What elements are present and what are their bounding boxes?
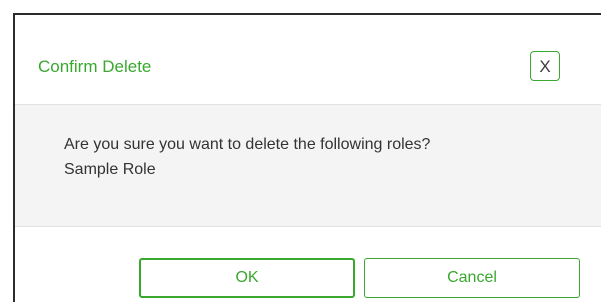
close-icon: X xyxy=(539,56,551,76)
dialog-header: Confirm Delete X xyxy=(15,15,601,105)
dialog-footer: OK Cancel xyxy=(15,227,601,304)
cancel-button[interactable]: Cancel xyxy=(364,258,580,298)
dialog-title: Confirm Delete xyxy=(38,57,152,76)
ok-button[interactable]: OK xyxy=(139,258,355,298)
confirm-delete-dialog: Confirm Delete X Are you sure you want t… xyxy=(13,13,601,304)
dialog-body: Are you sure you want to delete the foll… xyxy=(15,105,601,227)
message-text: Are you sure you want to delete the foll… xyxy=(64,136,431,153)
role-name: Sample Role xyxy=(64,161,156,178)
close-button[interactable]: X xyxy=(530,51,560,81)
dialog-message: Are you sure you want to delete the foll… xyxy=(64,132,430,182)
